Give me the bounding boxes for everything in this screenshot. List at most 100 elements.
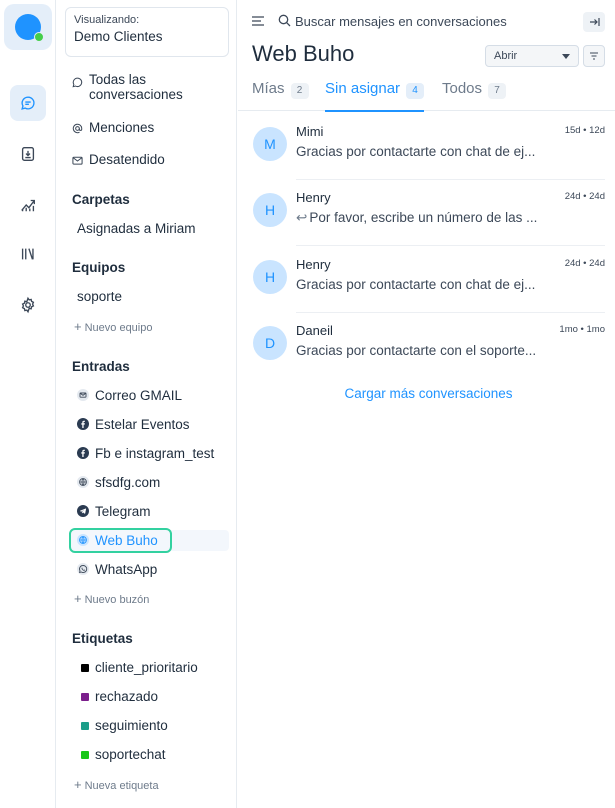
tab-unassigned-label: Sin asignar <box>325 80 401 97</box>
contact-name: Henry <box>296 190 331 205</box>
whatsapp-icon <box>77 563 89 575</box>
conversation-item[interactable]: M Mimi 15d • 12d Gracias por contactarte… <box>238 114 615 180</box>
conversation-item[interactable]: H Henry 24d • 24d ↩ Por favor, escribe un… <box>238 180 615 246</box>
folders-heading: Carpetas <box>72 192 130 207</box>
label-item[interactable]: seguimiento <box>81 718 168 733</box>
globe-icon <box>77 534 89 546</box>
nav-unattended[interactable]: Desatendido <box>72 152 165 167</box>
inbox-item[interactable]: WhatsApp <box>77 559 157 579</box>
inbox-label: WhatsApp <box>95 561 158 577</box>
tab-unassigned-count: 4 <box>406 83 425 99</box>
account-switcher[interactable]: Visualizando: Demo Clientes <box>65 7 229 57</box>
inboxes-heading: Entradas <box>72 359 130 374</box>
conversation-timestamp: 1mo • 1mo <box>559 324 605 335</box>
new-team-button[interactable]: + Nuevo equipo <box>74 319 152 334</box>
divider <box>296 245 605 246</box>
plus-icon: + <box>74 319 82 334</box>
inbox-item[interactable]: Correo GMAIL <box>77 385 182 405</box>
reports-icon <box>21 199 35 212</box>
tab-mine[interactable]: Mías 2 <box>252 80 309 111</box>
telegram-icon <box>77 505 89 517</box>
message-preview-text: Gracias por contactarte con chat de ej..… <box>296 277 536 292</box>
tab-all[interactable]: Todos 7 <box>442 80 507 111</box>
conversation-item[interactable]: D Daneil 1mo • 1mo Gracias por contactar… <box>238 313 615 379</box>
tab-unassigned[interactable]: Sin asignar 4 <box>325 80 425 112</box>
conversation-item[interactable]: H Henry 24d • 24d Gracias por contactart… <box>238 247 615 313</box>
inbox-label: Correo GMAIL <box>95 387 183 403</box>
tab-mine-count: 2 <box>290 83 309 99</box>
conversations-nav-button[interactable] <box>10 85 46 121</box>
new-inbox-button[interactable]: + Nuevo buzón <box>74 591 149 606</box>
tab-all-count: 7 <box>488 83 507 99</box>
conversation-timestamp: 24d • 24d <box>564 191 605 202</box>
nav-all-conversations-label: Todas las conversaciones <box>89 72 183 102</box>
online-status-badge <box>34 32 44 42</box>
search-bar <box>238 0 615 40</box>
inbox-item[interactable]: Fb e instagram_test <box>77 443 214 463</box>
sort-filter-button[interactable] <box>583 45 605 67</box>
label-item[interactable]: soportechat <box>81 747 166 762</box>
brand-logo[interactable] <box>4 4 52 50</box>
menu-icon[interactable] <box>252 16 264 26</box>
inbox-item[interactable]: sfsdfg.com <box>77 472 160 492</box>
account-name: Demo Clientes <box>74 29 163 44</box>
folder-item[interactable]: Asignadas a Miriam <box>77 221 196 236</box>
tab-all-label: Todos <box>442 80 483 97</box>
conversations-icon <box>21 96 35 110</box>
filter-icon <box>590 52 598 60</box>
collapse-icon <box>589 18 600 26</box>
contacts-nav-button[interactable] <box>10 136 46 172</box>
label-item[interactable]: cliente_prioritario <box>81 660 198 675</box>
plus-icon: + <box>74 591 82 606</box>
new-label-label: Nueva etiqueta <box>84 780 159 792</box>
label-color-swatch <box>81 750 89 759</box>
inbox-label: Fb e instagram_test <box>95 445 215 461</box>
load-more-button[interactable]: Cargar más conversaciones <box>238 386 615 401</box>
label-item[interactable]: rechazado <box>81 689 158 704</box>
message-preview-text: Gracias por contactarte con el soporte..… <box>296 343 537 358</box>
conversation-timestamp: 15d • 12d <box>564 125 605 136</box>
inbox-item[interactable]: Telegram <box>77 501 151 521</box>
message-preview: Gracias por contactarte con chat de ej..… <box>296 144 544 159</box>
message-preview: Gracias por contactarte con chat de ej..… <box>296 277 544 292</box>
page-title: Web Buho <box>252 41 355 66</box>
search-icon <box>278 14 291 27</box>
message-preview-text: Gracias por contactarte con chat de ej..… <box>296 144 536 159</box>
labels-heading: Etiquetas <box>72 631 133 646</box>
status-filter-select[interactable]: Abrir <box>485 45 579 67</box>
nav-mentions[interactable]: Menciones <box>72 120 154 135</box>
assignee-tabs: Mías 2 Sin asignar 4 Todos 7 <box>238 80 615 112</box>
avatar: M <box>253 127 287 161</box>
campaigns-icon <box>21 248 34 260</box>
settings-icon <box>21 296 35 314</box>
conversation-timestamp: 24d • 24d <box>564 258 605 269</box>
avatar: H <box>253 193 287 227</box>
reply-arrow-icon: ↩ <box>296 210 308 225</box>
label-name: rechazado <box>95 689 159 704</box>
mail-icon <box>72 156 83 165</box>
contact-name: Henry <box>296 257 331 272</box>
nav-mentions-label: Menciones <box>89 120 155 135</box>
contact-name: Daneil <box>296 323 333 338</box>
conversation-list-panel: Web Buho Abrir Mías 2 Sin asignar 4 Todo… <box>238 0 615 808</box>
at-icon <box>72 123 83 134</box>
inbox-item[interactable]: Estelar Eventos <box>77 414 190 434</box>
inbox-label: Estelar Eventos <box>95 416 190 432</box>
team-item[interactable]: soporte <box>77 289 122 304</box>
globe-icon <box>77 476 89 488</box>
inbox-label: Web Buho <box>95 532 158 548</box>
campaigns-nav-button[interactable] <box>10 236 46 272</box>
secondary-sidebar: Visualizando: Demo Clientes Todas las co… <box>57 0 237 808</box>
collapse-sidebar-button[interactable] <box>583 12 605 32</box>
search-input[interactable] <box>295 11 555 31</box>
status-filter-value: Abrir <box>494 50 518 62</box>
inbox-item-active[interactable]: Web Buho <box>77 530 158 550</box>
message-preview-text: Por favor, escribe un número de las ... <box>309 210 538 225</box>
settings-nav-button[interactable] <box>10 287 46 323</box>
new-team-label: Nuevo equipo <box>84 322 153 334</box>
contacts-icon <box>21 147 35 161</box>
nav-all-conversations[interactable]: Todas las conversaciones <box>72 72 199 102</box>
reports-nav-button[interactable] <box>10 187 46 223</box>
inbox-label: Telegram <box>95 503 151 519</box>
new-label-button[interactable]: + Nueva etiqueta <box>74 777 159 792</box>
